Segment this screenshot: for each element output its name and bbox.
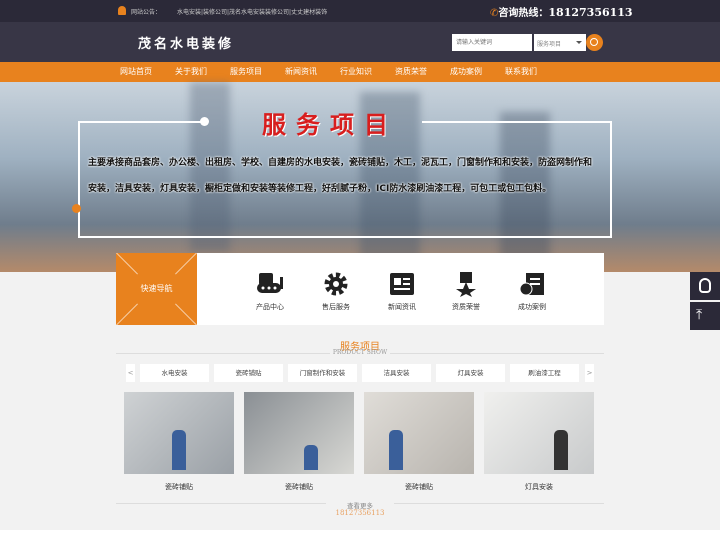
quick-nav-label: 售后服务 bbox=[322, 303, 350, 311]
newspaper-icon bbox=[390, 273, 414, 295]
chevron-down-icon bbox=[576, 41, 582, 47]
product-image[interactable] bbox=[124, 392, 234, 474]
product-label[interactable]: 瓷砖铺贴 bbox=[244, 482, 354, 492]
quick-nav-label: 产品中心 bbox=[256, 303, 284, 311]
tab-category[interactable]: 洁具安装 bbox=[362, 364, 431, 382]
bulldozer-icon bbox=[257, 273, 283, 293]
main-nav: 网站首页 关于我们 服务项目 新闻资讯 行业知识 资质荣誉 成功案例 联系我们 bbox=[0, 62, 720, 82]
quick-nav-service[interactable]: 售后服务 bbox=[306, 271, 366, 312]
gear-icon bbox=[324, 272, 348, 296]
search-input[interactable] bbox=[452, 34, 532, 51]
tab-category[interactable]: 水电安装 bbox=[140, 364, 209, 382]
medal-icon bbox=[456, 272, 476, 297]
banner-title: 服务项目 bbox=[262, 111, 398, 139]
quick-nav-title: 快速导航 bbox=[116, 253, 197, 325]
notice-text[interactable]: 水电安装|装修公司|茂名水电安装装修公司|丈丈建材装饰 bbox=[177, 7, 327, 16]
tab-category[interactable]: 灯具安装 bbox=[436, 364, 505, 382]
product-image[interactable] bbox=[364, 392, 474, 474]
case-book-icon bbox=[519, 273, 544, 296]
tabs-next-button[interactable]: > bbox=[585, 364, 594, 382]
nav-cases[interactable]: 成功案例 bbox=[450, 62, 482, 82]
quick-nav-label: 资质荣誉 bbox=[452, 303, 480, 311]
arrow-up-icon: ⤒ bbox=[696, 307, 703, 323]
product-image[interactable] bbox=[244, 392, 354, 474]
search-category-select[interactable]: 服务项目 bbox=[534, 34, 586, 51]
tab-category[interactable]: 刷油漆工程 bbox=[510, 364, 579, 382]
tab-category[interactable]: 门窗制作和安装 bbox=[288, 364, 357, 382]
nav-services[interactable]: 服务项目 bbox=[230, 62, 262, 82]
quick-nav-cases[interactable]: 成功案例 bbox=[502, 271, 562, 312]
dot-decoration bbox=[200, 117, 209, 126]
tab-category[interactable]: 瓷砖铺贴 bbox=[214, 364, 283, 382]
select-value: 服务项目 bbox=[537, 41, 562, 48]
nav-news[interactable]: 新闻资讯 bbox=[285, 62, 317, 82]
quick-nav-news[interactable]: 新闻资讯 bbox=[372, 271, 432, 312]
footer-phone: 18127356113 bbox=[335, 509, 385, 517]
qq-button[interactable] bbox=[690, 272, 720, 300]
quick-nav-label: 新闻资讯 bbox=[388, 303, 416, 311]
product-label[interactable]: 瓷砖铺贴 bbox=[124, 482, 234, 492]
product-label[interactable]: 灯具安装 bbox=[484, 482, 594, 492]
quick-nav: 快速导航 产品中心 售后服务 新闻资讯 资质荣誉 成功案例 bbox=[116, 253, 604, 325]
quick-nav-honors[interactable]: 资质荣誉 bbox=[436, 271, 496, 312]
notice-label: 网站公告： bbox=[131, 9, 162, 16]
nav-knowledge[interactable]: 行业知识 bbox=[340, 62, 372, 82]
dot-decoration bbox=[72, 204, 81, 213]
logo[interactable]: 茂名水电装修 bbox=[138, 33, 234, 52]
tabs-prev-button[interactable]: < bbox=[126, 364, 135, 382]
top-bar: 网站公告： 水电安装|装修公司|茂名水电安装装修公司|丈丈建材装饰 ✆咨询热线：… bbox=[0, 0, 720, 22]
nav-home[interactable]: 网站首页 bbox=[120, 62, 152, 82]
hotline-label: 咨询热线： bbox=[498, 8, 549, 19]
section-subtitle: PRODUCT SHOW bbox=[332, 349, 388, 356]
divider bbox=[390, 353, 604, 354]
hotline-number: 18127356113 bbox=[548, 6, 633, 19]
banner-text: 主要承接商品套房、办公楼、出租房、学校、自建房的水电安装，瓷砖铺贴，木工，泥瓦工… bbox=[88, 158, 593, 194]
nav-honors[interactable]: 资质荣誉 bbox=[395, 62, 427, 82]
quick-nav-label: 快速导航 bbox=[140, 284, 173, 293]
product-image[interactable] bbox=[484, 392, 594, 474]
back-to-top-button[interactable]: ⤒ bbox=[690, 302, 720, 330]
divider bbox=[116, 353, 330, 354]
product-label[interactable]: 瓷砖铺贴 bbox=[364, 482, 474, 492]
nav-contact[interactable]: 联系我们 bbox=[505, 62, 537, 82]
hotline: ✆咨询热线：18127356113 bbox=[490, 4, 633, 19]
quick-nav-label: 成功案例 bbox=[518, 303, 546, 311]
nav-about[interactable]: 关于我们 bbox=[175, 62, 207, 82]
header: 茂名水电装修 服务项目 bbox=[0, 22, 720, 62]
bell-icon bbox=[118, 6, 126, 15]
qq-icon bbox=[699, 278, 711, 293]
search-button[interactable] bbox=[586, 34, 603, 51]
quick-nav-products[interactable]: 产品中心 bbox=[240, 271, 300, 312]
